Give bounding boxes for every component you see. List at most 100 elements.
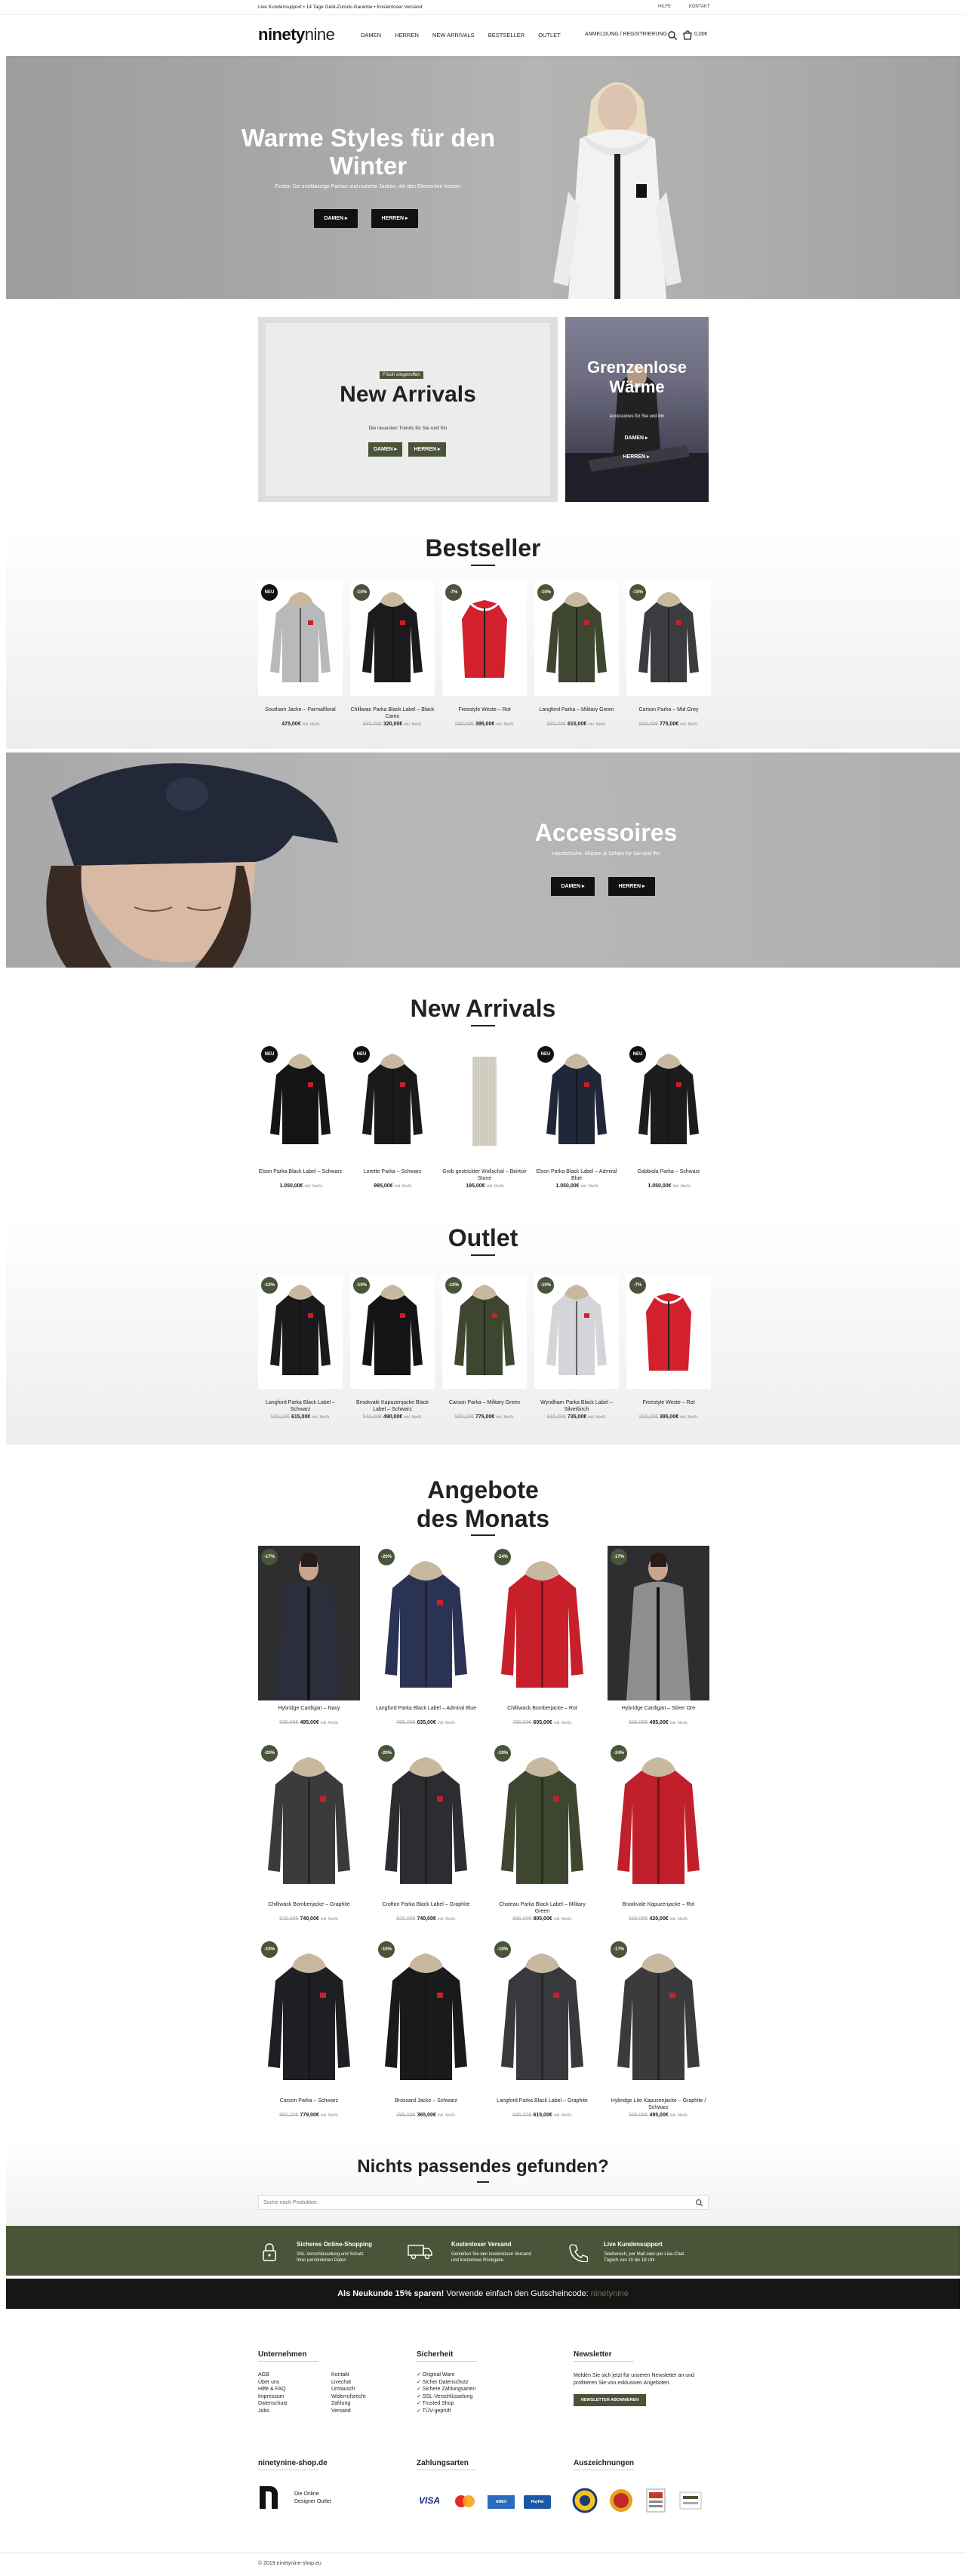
footer-shop-line2: Designer Outlet: [294, 2499, 331, 2504]
product-name[interactable]: Chilliwac Parka Black Label – Black Camo: [350, 706, 435, 720]
footer-security-item[interactable]: ✓ TÜV-geprüft: [417, 2408, 475, 2415]
new-arrivals-men-button[interactable]: HERREN ▸: [408, 442, 446, 457]
footer-link[interactable]: Über uns: [258, 2379, 288, 2387]
footer-link[interactable]: Versand: [331, 2408, 366, 2415]
product-name[interactable]: Southam Jacke – Parmalfloral: [258, 706, 343, 713]
warmth-promo-title: Grenzenlose Wärme: [586, 358, 688, 396]
footer-link[interactable]: Zahlung: [331, 2400, 366, 2408]
search-icon[interactable]: [667, 30, 678, 41]
cart-total[interactable]: 0,00€: [694, 32, 708, 37]
product-name[interactable]: Grob gestrickter Wollschal – Beirtoir St…: [442, 1168, 527, 1182]
product-name[interactable]: Brookvale Kapuzenjacke Black Label – Sch…: [350, 1399, 435, 1413]
deal-name[interactable]: Brookvale Kapuzenjacke – Rot: [608, 1901, 709, 1908]
search-field[interactable]: [258, 2195, 709, 2210]
nav-item-women[interactable]: DAMEN: [361, 32, 381, 38]
product-name[interactable]: Lorette Parka – Schwarz: [350, 1168, 435, 1175]
footer-link[interactable]: AGB: [258, 2371, 288, 2379]
hero-men-button[interactable]: HERREN ▸: [371, 209, 418, 228]
product-name[interactable]: Langford Parka Black Label – Schwarz: [258, 1399, 343, 1413]
product-name[interactable]: Elson Parka Black Label – Schwarz: [258, 1168, 343, 1175]
deal-image[interactable]: [608, 1546, 709, 1700]
product-price-row: 885,00€ 320,00€ inkl. MwSt.: [350, 722, 435, 727]
product-name[interactable]: Elson Parka Black Label – Admiral Blue: [534, 1168, 619, 1182]
deal-image[interactable]: [375, 1938, 477, 2093]
cart-icon[interactable]: [682, 30, 693, 41]
product-image[interactable]: [442, 1043, 527, 1158]
nav-item-outlet[interactable]: OUTLET: [538, 32, 561, 38]
search-submit-icon[interactable]: [695, 2199, 703, 2207]
warmth-women-button[interactable]: DAMEN ▸: [618, 435, 654, 441]
footer-link[interactable]: Widerrufsrecht: [331, 2393, 366, 2401]
deal-name[interactable]: Langford Parka Black Label – Graphite: [491, 2097, 593, 2104]
deal-image[interactable]: [608, 1742, 709, 1897]
nav-item-bestseller[interactable]: BESTSELLER: [488, 32, 525, 38]
deal-old-price: 595,00€: [629, 2113, 648, 2118]
footer-link[interactable]: Umtausch: [331, 2386, 366, 2393]
logo[interactable]: ninetynine: [258, 25, 335, 45]
product-name[interactable]: Carson Parka – Mid Grey: [626, 706, 711, 713]
deal-image[interactable]: [491, 1546, 593, 1700]
deal-name[interactable]: Chateau Parka Black Label – Military Gre…: [491, 1901, 593, 1915]
accessories-men-button[interactable]: HERREN ▸: [608, 877, 655, 896]
product-badge: NEU: [629, 1046, 646, 1063]
newsletter-subscribe-button[interactable]: NEWSLETTER ABONNIEREN: [574, 2394, 646, 2406]
accessories-women-button[interactable]: DAMEN ▸: [551, 877, 595, 896]
product-name[interactable]: Wyndham Parka Black Label – Silverbirch: [534, 1399, 619, 1413]
deal-name[interactable]: Hybridge Cardigan – Silver Ore: [608, 1705, 709, 1712]
deal-image[interactable]: [258, 1546, 360, 1700]
deal-name[interactable]: Crofton Parka Black Label – Graphite: [375, 1901, 477, 1908]
product-name[interactable]: Freestyle Weste – Rot: [442, 706, 527, 713]
trust-title-support: Live Kundensupport: [604, 2241, 663, 2248]
footer-link[interactable]: Jobs: [258, 2408, 288, 2415]
deal-old-price: 595,00€: [629, 1720, 648, 1725]
product-name[interactable]: Gabbiola Parka – Schwarz: [626, 1168, 711, 1175]
deal-name[interactable]: Brossard Jacke – Schwarz: [375, 2097, 477, 2104]
footer-link[interactable]: Hilfe & FAQ: [258, 2386, 288, 2393]
deal-price-row: 555,00€ 420,00€ inkl. MwSt.: [608, 1916, 709, 1922]
footer-security-item[interactable]: ✓ Original Ware: [417, 2371, 475, 2379]
contact-link[interactable]: KONTAKT: [689, 5, 710, 9]
footer-link[interactable]: Impressum: [258, 2393, 288, 2401]
product-name[interactable]: Freestyle Weste – Rot: [626, 1399, 711, 1406]
account-link[interactable]: ANMELDUNG / REGISTRIERUNG: [585, 32, 667, 37]
deal-name[interactable]: Langford Parka Black Label – Admiral Blu…: [375, 1705, 477, 1712]
deal-name[interactable]: Hybridge Cardigan – Navy: [258, 1705, 360, 1712]
help-link[interactable]: HILFE: [658, 5, 671, 9]
footer-security-item[interactable]: ✓ SSL-Verschlüsselung: [417, 2393, 475, 2401]
hero-women-button[interactable]: DAMEN ▸: [314, 209, 358, 228]
footer-security-item[interactable]: ✓ Trusted Shop: [417, 2400, 475, 2408]
deal-image[interactable]: [608, 1938, 709, 2093]
deal-image[interactable]: [375, 1742, 477, 1897]
deal-image[interactable]: [491, 1742, 593, 1897]
deal-price: 740,00€: [300, 1916, 319, 1922]
deal-image[interactable]: [491, 1938, 593, 2093]
deal-name[interactable]: Chilliwack Bomberjacke – Rot: [491, 1705, 593, 1712]
nav-item-men[interactable]: HERREN: [395, 32, 419, 38]
product-badge: -10%: [537, 584, 554, 601]
footer-security-item[interactable]: ✓ Sichere Zahlungsarten: [417, 2386, 475, 2393]
footer-link[interactable]: Datenschutz: [258, 2400, 288, 2408]
nav-item-new-arrivals[interactable]: NEW ARRIVALS: [432, 32, 475, 38]
deal-image[interactable]: [258, 1938, 360, 2093]
footer-company-col2: Kontakt Livechat Umtausch Widerrufsrecht Zah…: [331, 2371, 366, 2414]
search-input[interactable]: [259, 2196, 681, 2209]
deal-image[interactable]: [375, 1546, 477, 1700]
footer-security-item[interactable]: ✓ Sicher Datenschutz: [417, 2379, 475, 2387]
promo-text: Als Neukunde 15% sparen!: [337, 2289, 445, 2298]
deal-name[interactable]: Chilliwack Bomberjacke – Graphite: [258, 1901, 360, 1908]
deal-price: 615,00€: [533, 2113, 552, 2118]
deal-image[interactable]: [258, 1742, 360, 1897]
new-arrivals-women-button[interactable]: DAMEN ▸: [368, 442, 402, 457]
warmth-promo[interactable]: Grenzenlose Wärme Accessoires für Sie un…: [565, 317, 709, 502]
product-name[interactable]: Carson Parka – Military Green: [442, 1399, 527, 1406]
hero-subtitle: Finden Sie erstklassige Parkas und isoli…: [275, 184, 462, 189]
warmth-men-button[interactable]: HERREN ▸: [618, 454, 654, 460]
deal-name[interactable]: Carson Parka – Schwarz: [258, 2097, 360, 2104]
footer-link[interactable]: Livechat: [331, 2379, 366, 2387]
product-name[interactable]: Langford Parka – Military Green: [534, 706, 619, 713]
footer-link[interactable]: Kontakt: [331, 2371, 366, 2379]
new-arrivals-promo[interactable]: Frisch eingetroffen New Arrivals Die neu…: [258, 317, 558, 502]
product-price-row: 1.050,00€ inkl. MwSt.: [626, 1183, 711, 1189]
deal-name[interactable]: Hybridge Lite Kapuzenjacke – Graphite / …: [608, 2097, 709, 2111]
shop-n-logo-icon: [260, 2486, 278, 2509]
